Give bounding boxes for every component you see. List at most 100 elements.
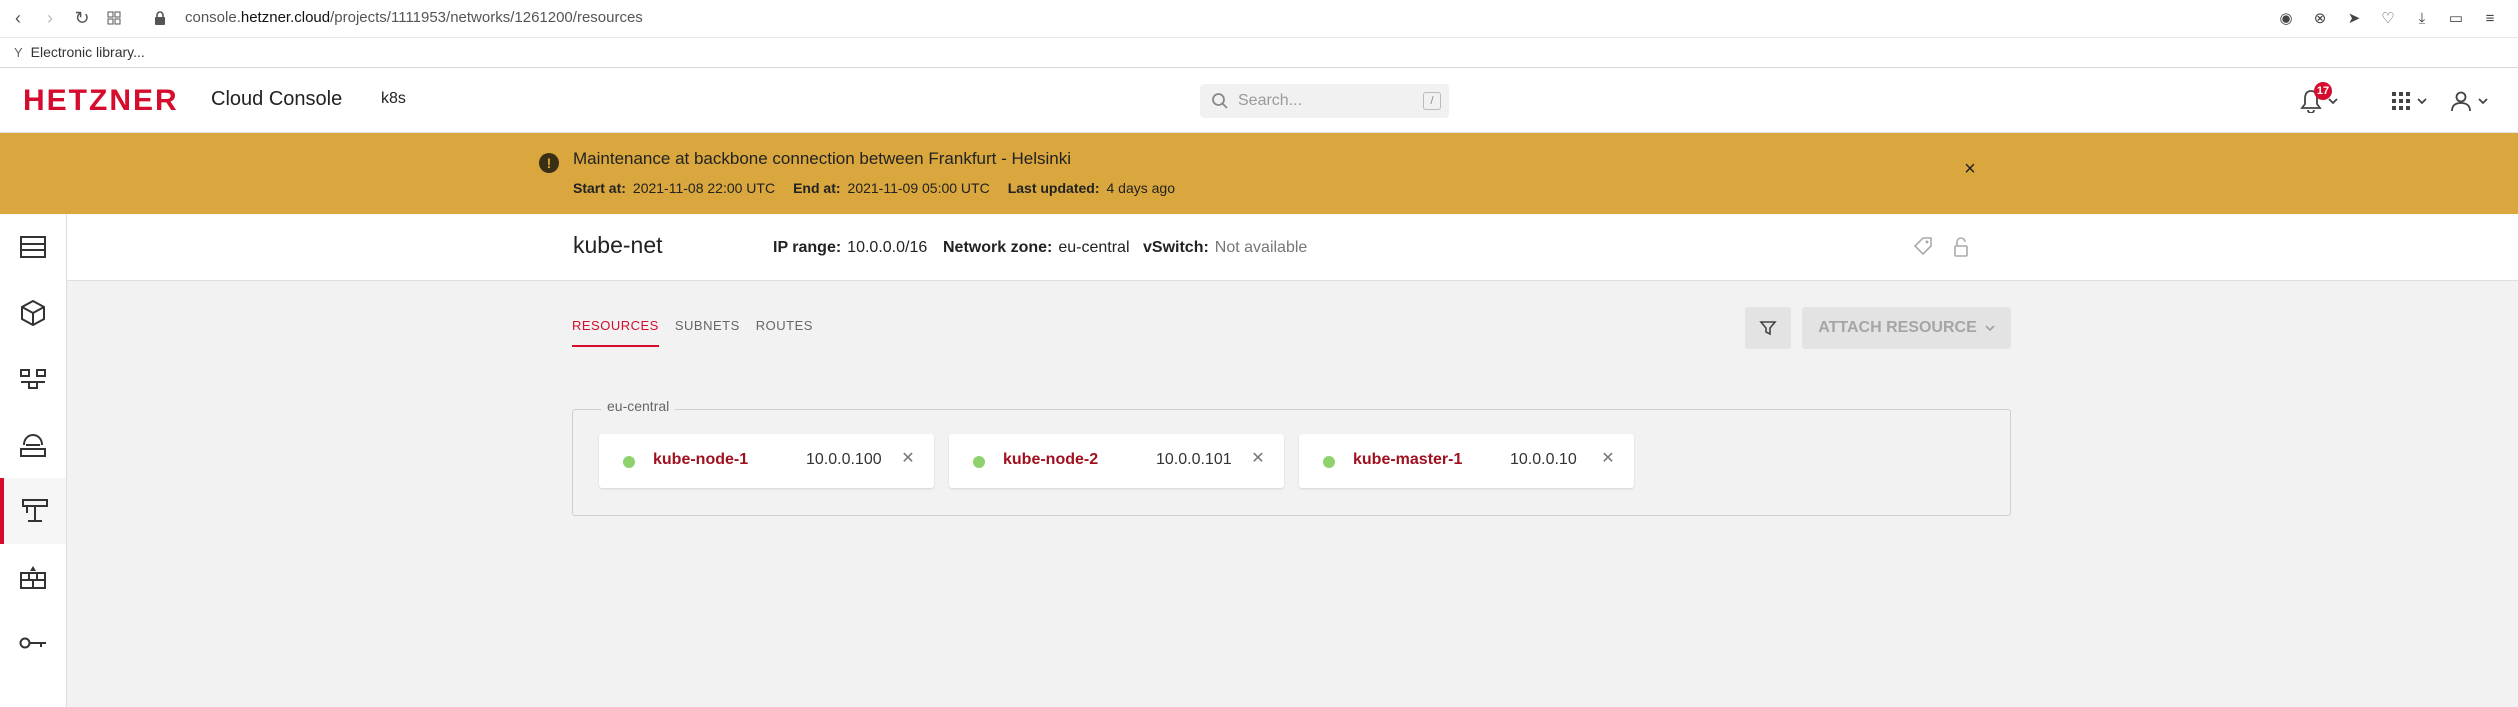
forward-icon[interactable]: › — [40, 8, 60, 28]
close-icon[interactable]: ✕ — [1598, 449, 1618, 469]
camera-icon[interactable]: ◉ — [2276, 8, 2296, 28]
zone-group-label: eu-central — [601, 398, 676, 414]
maintenance-banner: ! Maintenance at backbone connection bet… — [0, 133, 2518, 214]
network-zone-value: eu-central — [1058, 239, 1130, 256]
close-banner-button[interactable]: × — [1960, 159, 1980, 179]
label-tag-icon[interactable] — [1913, 236, 1933, 256]
network-header: kube-net IP range: 10.0.0.0/16 Network zo… — [67, 214, 2518, 281]
floating-ip-icon — [20, 433, 46, 457]
vswitch-value: Not available — [1214, 239, 1308, 256]
start-label: Start at: — [573, 180, 626, 196]
download-icon[interactable]: ⤓ — [2412, 8, 2432, 28]
resource-name[interactable]: kube-node-2 — [1003, 451, 1098, 469]
sidebar-item-volumes[interactable] — [0, 280, 66, 346]
sidebar-item-firewalls[interactable] — [0, 544, 66, 610]
chevron-down-icon — [2417, 98, 2427, 105]
bookmarks-bar: Y Electronic library... — [0, 38, 2518, 68]
status-indicator — [973, 456, 985, 468]
network-tabs: RESOURCES SUBNETS ROUTES — [572, 318, 813, 347]
filter-icon — [1759, 321, 1777, 336]
browser-extensions: ◉ ⊗ ➤ ♡ ⤓ ▭ ≡ — [2276, 8, 2500, 28]
search-shortcut-hint: / — [1423, 92, 1441, 110]
vswitch: vSwitch: Not available — [1143, 239, 1307, 257]
end-value: 2021-11-09 05:00 UTC — [847, 180, 990, 196]
sidebar-item-servers[interactable] — [0, 214, 66, 280]
tab-resources[interactable]: RESOURCES — [572, 318, 659, 347]
updated-label: Last updated: — [1007, 180, 1100, 196]
menu-icon[interactable]: ≡ — [2480, 8, 2500, 28]
project-name[interactable]: k8s — [381, 90, 406, 108]
hetzner-logo[interactable]: HETZNER — [23, 84, 179, 118]
cube-icon — [21, 300, 45, 326]
resource-card[interactable]: kube-master-1 10.0.0.10 ✕ — [1299, 434, 1634, 488]
tab-grid-icon[interactable] — [104, 8, 124, 28]
url-host: hetzner.cloud — [240, 9, 331, 26]
servers-icon — [20, 236, 46, 258]
firewall-icon — [20, 566, 46, 589]
heart-icon[interactable]: ♡ — [2378, 8, 2398, 28]
url-path: /projects/1111953/networks/1261200/resou… — [330, 9, 643, 26]
bookmark-electronic-library[interactable]: Y Electronic library... — [14, 44, 145, 60]
url-prefix: console. — [185, 9, 241, 26]
protection-lock-icon[interactable] — [1953, 236, 1969, 258]
reload-icon[interactable]: ↻ — [72, 8, 92, 28]
notification-badge: 17 — [2314, 82, 2332, 100]
battery-icon[interactable]: ▭ — [2446, 8, 2466, 28]
sidebar-item-networks[interactable] — [0, 478, 66, 544]
user-icon — [2451, 91, 2471, 112]
alert-icon: ! — [539, 153, 559, 173]
block-icon[interactable]: ⊗ — [2310, 8, 2330, 28]
apps-grid-icon — [2392, 92, 2410, 110]
tab-subnets[interactable]: SUBNETS — [675, 318, 740, 347]
close-icon[interactable]: ✕ — [1248, 449, 1268, 469]
address-bar[interactable]: console.hetzner.cloud/projects/1111953/n… — [185, 9, 643, 26]
network-name[interactable]: kube-net — [573, 232, 663, 259]
search-icon — [1212, 93, 1228, 109]
filter-button[interactable] — [1745, 307, 1791, 349]
resource-card[interactable]: kube-node-1 10.0.0.100 ✕ — [599, 434, 934, 488]
resource-name[interactable]: kube-master-1 — [1353, 451, 1462, 469]
close-icon[interactable]: ✕ — [898, 449, 918, 469]
attach-resource-button[interactable]: ATTACH RESOURCE — [1802, 307, 2011, 349]
network-actions — [1913, 236, 1969, 258]
bookmark-icon: Y — [14, 44, 23, 60]
resource-name[interactable]: kube-node-1 — [653, 451, 748, 469]
user-menu-button[interactable] — [2450, 86, 2488, 116]
chevron-down-icon — [2328, 98, 2338, 105]
updated-value: 4 days ago — [1106, 180, 1175, 196]
apps-menu-button[interactable] — [2391, 86, 2427, 116]
sidebar-item-floating-ips[interactable] — [0, 412, 66, 478]
search-input[interactable] — [1238, 84, 1408, 118]
tab-routes[interactable]: ROUTES — [756, 318, 813, 347]
app-title[interactable]: Cloud Console — [211, 88, 342, 111]
lock-icon — [150, 8, 170, 28]
status-indicator — [1323, 456, 1335, 468]
resource-ip: 10.0.0.100 — [806, 451, 882, 468]
start-value: 2021-11-08 22:00 UTC — [632, 180, 776, 196]
ip-range: IP range: 10.0.0.0/16 — [773, 239, 927, 257]
banner-title: Maintenance at backbone connection betwe… — [573, 149, 1072, 168]
resource-ip: 10.0.0.10 — [1510, 451, 1577, 468]
network-zone-label: Network zone: — [943, 239, 1053, 256]
attach-resource-label: ATTACH RESOURCE — [1818, 319, 1977, 336]
ip-range-label: IP range: — [773, 239, 842, 256]
notifications-button[interactable]: 17 — [2300, 82, 2338, 116]
ip-range-value: 10.0.0.0/16 — [847, 239, 928, 256]
end-label: End at: — [793, 180, 841, 196]
send-icon[interactable]: ➤ — [2344, 8, 2364, 28]
sidebar — [0, 214, 67, 707]
status-indicator — [623, 456, 635, 468]
sidebar-item-load-balancers[interactable] — [0, 346, 66, 412]
chevron-down-icon — [2478, 98, 2488, 105]
resource-card[interactable]: kube-node-2 10.0.0.101 ✕ — [949, 434, 1284, 488]
load-balancer-icon — [20, 369, 46, 389]
back-icon[interactable]: ‹ — [8, 8, 28, 28]
network-zone: Network zone: eu-central — [943, 239, 1130, 257]
app-header: HETZNER Cloud Console k8s / 17 — [0, 68, 2518, 133]
resource-ip: 10.0.0.101 — [1156, 451, 1232, 468]
sidebar-item-security[interactable] — [0, 610, 66, 676]
browser-toolbar: ‹ › ↻ console.hetzner.cloud/projects/111… — [0, 0, 2518, 38]
chevron-down-icon — [1985, 325, 1995, 332]
vswitch-label: vSwitch: — [1143, 239, 1209, 256]
search-box[interactable]: / — [1200, 84, 1449, 118]
